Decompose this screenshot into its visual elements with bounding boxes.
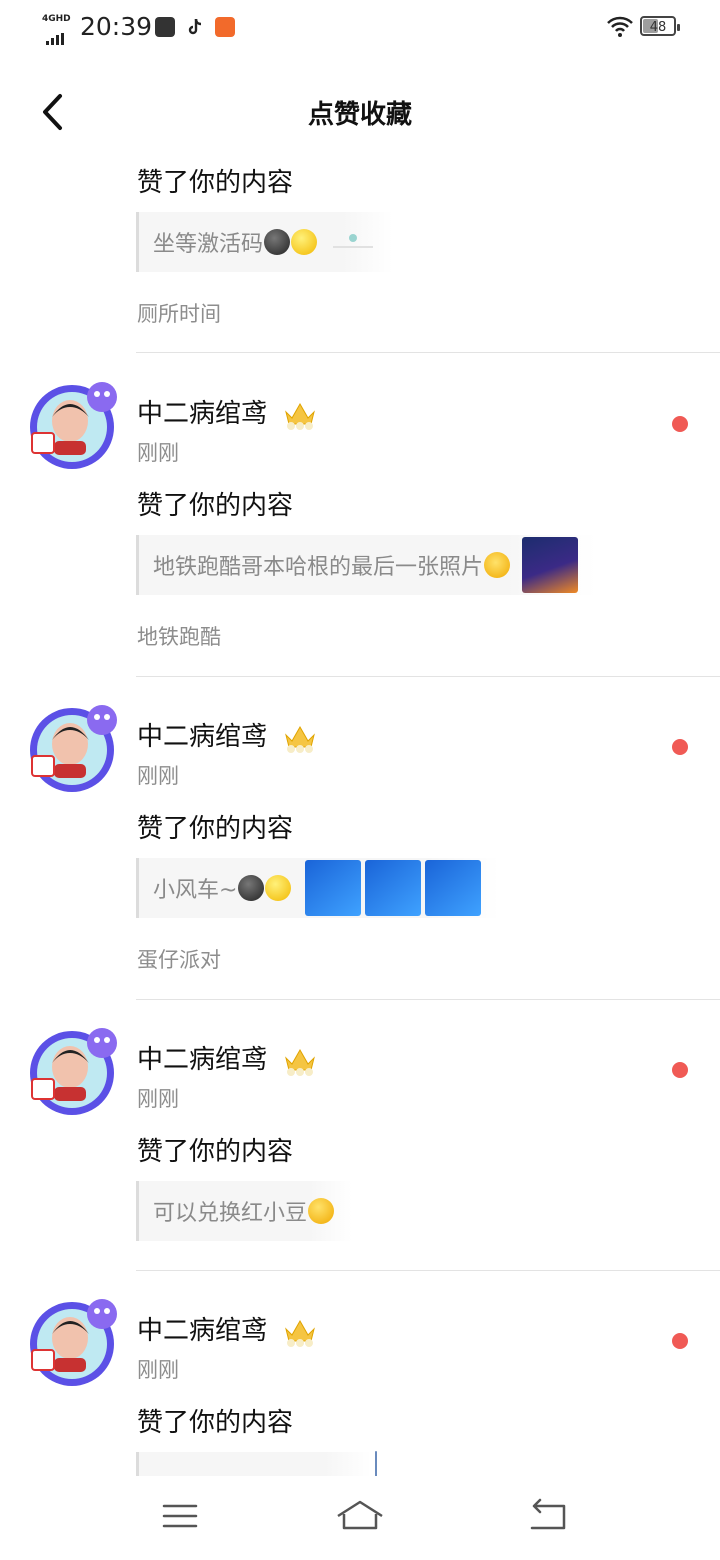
username[interactable]: 中二病绾鸢 [137, 393, 317, 430]
notification-list[interactable]: 赞了你的内容 坐等激活码 厕所时间 中二病绾鸢 刚刚 赞了你的内容 地铁跑酷哥本… [0, 150, 720, 1476]
post-image-thumbnail[interactable] [522, 537, 579, 593]
timestamp: 刚刚 [137, 1358, 179, 1382]
timestamp: 刚刚 [137, 441, 179, 465]
cellular-signal-icon: 4GHD [42, 14, 76, 45]
smirk-emoji-icon [265, 875, 292, 901]
action-text: 赞了你的内容 [137, 168, 294, 198]
system-navigation-bar [0, 1476, 720, 1560]
quoted-content[interactable]: 地铁跑酷哥本哈根的最后一张照片 [136, 535, 597, 595]
quoted-content[interactable]: 可以兑换红小豆 [136, 1181, 353, 1241]
unread-dot [672, 416, 688, 432]
return-icon [530, 1498, 566, 1530]
notification-item[interactable]: 中二病绾鸢 刚刚 赞了你的内容 地铁跑酷哥本哈根的最后一张照片 地铁跑酷 [0, 353, 720, 677]
crown-icon [285, 725, 316, 753]
quoted-content[interactable] [136, 1451, 377, 1476]
unread-dot [672, 1062, 688, 1078]
crown-icon [285, 1319, 316, 1347]
crown-icon [285, 1048, 316, 1076]
username-text: 中二病绾鸢 [137, 722, 268, 752]
user-avatar[interactable] [26, 1023, 122, 1119]
username-text: 中二病绾鸢 [137, 1316, 268, 1346]
username[interactable]: 中二病绾鸢 [137, 716, 317, 753]
status-bar: 4GHD 20:39 48 [0, 0, 720, 56]
username-text: 中二病绾鸢 [137, 399, 268, 429]
quote-text: 小风车~ [153, 878, 238, 903]
quote-text: 坐等激活码 [153, 232, 264, 257]
quote-text: 可以兑换红小豆 [153, 1201, 308, 1226]
wifi-icon [606, 16, 634, 42]
post-image-thumbnail[interactable] [425, 860, 482, 916]
tiktok-icon [185, 17, 205, 37]
status-time: 20:39 [80, 12, 153, 41]
notification-item[interactable]: 中二病绾鸢 刚刚 赞了你的内容 小风车~ 蛋仔派对 [0, 676, 720, 1000]
page-title: 点赞收藏 [307, 100, 412, 130]
dark-moon-emoji-icon [238, 875, 265, 901]
back-nav-button[interactable] [518, 1494, 578, 1538]
small-image-thumbnail[interactable] [331, 232, 375, 252]
action-text: 赞了你的内容 [137, 1137, 294, 1167]
home-icon [337, 1500, 383, 1530]
orange-app-icon [215, 17, 235, 37]
battery-level: 48 [649, 20, 667, 35]
crying-emoji-icon [484, 552, 511, 578]
battery-icon: 48 [640, 16, 680, 36]
heart-eyes-emoji-icon [308, 1198, 335, 1224]
menu-button[interactable] [150, 1494, 210, 1538]
notification-item[interactable]: 中二病绾鸢 刚刚 赞了你的内容 可以兑换红小豆 [0, 999, 720, 1271]
notification-item[interactable]: 赞了你的内容 坐等激活码 厕所时间 [0, 150, 720, 353]
quoted-content[interactable]: 坐等激活码 [136, 212, 394, 272]
timestamp: 刚刚 [137, 1087, 179, 1111]
crown-icon [285, 402, 316, 430]
user-avatar[interactable] [26, 377, 122, 473]
topic-tag[interactable]: 地铁跑酷 [137, 621, 221, 651]
action-text: 赞了你的内容 [137, 1408, 294, 1438]
username[interactable]: 中二病绾鸢 [137, 1039, 317, 1076]
username-text: 中二病绾鸢 [137, 1045, 268, 1075]
post-image-thumbnail[interactable] [375, 1451, 377, 1476]
network-type-label: 4GHD [42, 14, 71, 24]
smirk-emoji-icon [291, 229, 318, 255]
action-text: 赞了你的内容 [137, 814, 294, 844]
quoted-content[interactable]: 小风车~ [136, 858, 500, 918]
user-avatar[interactable] [26, 1294, 122, 1390]
username[interactable]: 中二病绾鸢 [137, 1310, 317, 1347]
timestamp: 刚刚 [137, 764, 179, 788]
app-notification-icon [155, 17, 175, 37]
unread-dot [672, 739, 688, 755]
action-text: 赞了你的内容 [137, 491, 294, 521]
quote-text: 地铁跑酷哥本哈根的最后一张照片 [153, 555, 484, 580]
menu-icon [162, 1504, 198, 1528]
topic-tag[interactable]: 厕所时间 [137, 298, 221, 328]
post-image-thumbnail[interactable] [305, 860, 362, 916]
post-image-thumbnail[interactable] [365, 860, 422, 916]
unread-dot [672, 1333, 688, 1349]
dark-moon-emoji-icon [264, 229, 291, 255]
home-button[interactable] [330, 1494, 390, 1538]
topic-tag[interactable]: 蛋仔派对 [137, 944, 221, 974]
user-avatar[interactable] [26, 700, 122, 796]
notification-item[interactable]: 中二病绾鸢 刚刚 赞了你的内容 [0, 1270, 720, 1476]
